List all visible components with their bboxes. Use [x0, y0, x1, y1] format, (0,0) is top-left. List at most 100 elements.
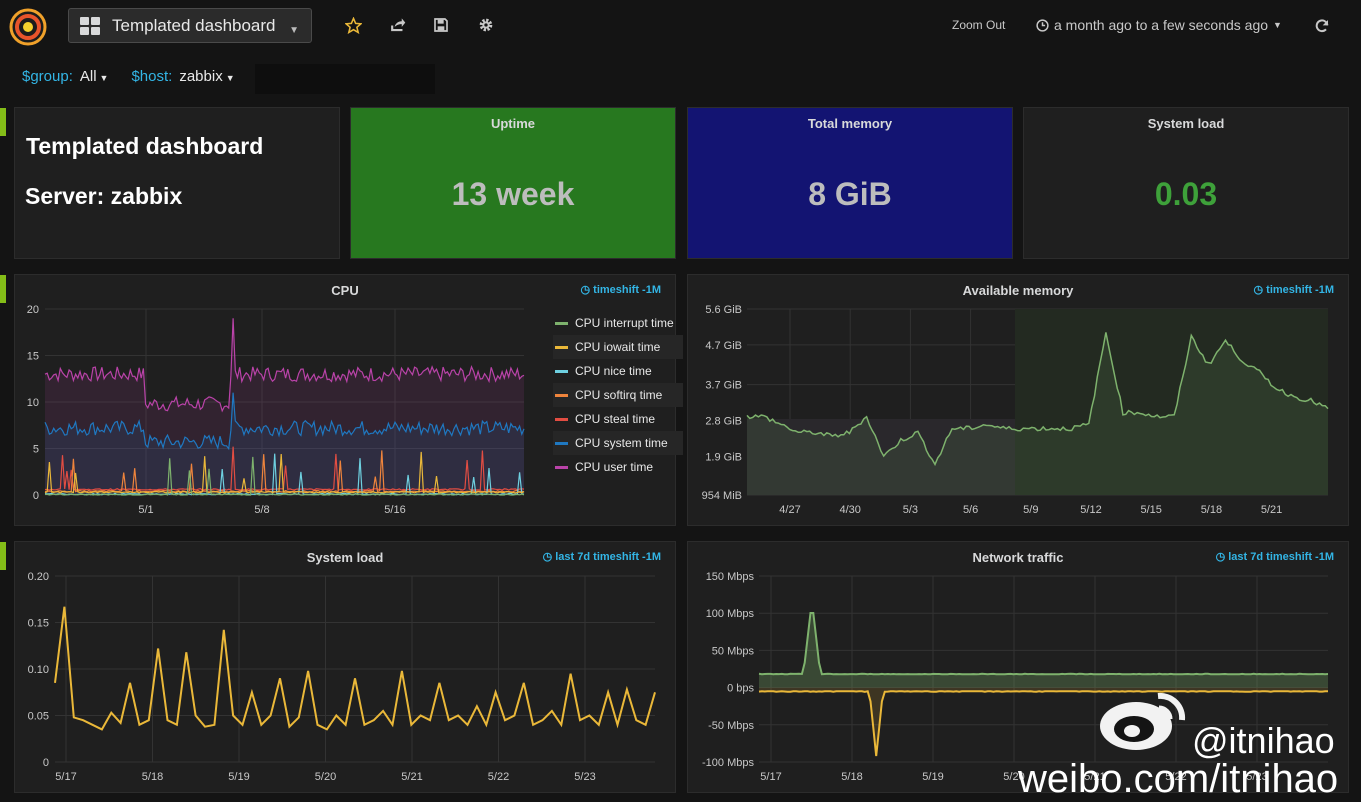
x-tick-label: 5/18 — [142, 771, 163, 783]
y-tick-label: -50 Mbps — [708, 720, 754, 732]
text-panel: Templated dashboard Server: zabbix — [14, 107, 340, 259]
legend-item[interactable]: CPU nice time — [553, 359, 683, 383]
variable-value[interactable]: zabbix — [179, 68, 222, 85]
legend-item[interactable]: CPU interrupt time — [553, 311, 683, 335]
variable-label: $host: — [131, 68, 173, 85]
legend-label: CPU interrupt time — [575, 316, 674, 330]
chevron-down-icon: ▼ — [1273, 20, 1282, 30]
clock-icon — [1036, 18, 1049, 32]
panel-title: System load — [1147, 116, 1225, 131]
row-collapse-handle[interactable] — [0, 542, 6, 570]
panel-title: Uptime — [490, 116, 536, 131]
legend-swatch — [555, 393, 568, 397]
memory-chart: 5.6 GiB 4.7 GiB 3.7 GiB 2.8 GiB 1.9 GiB 954 M… — [702, 304, 1329, 516]
template-variables: $group: All ▼ $host: zabbix ▼ — [22, 68, 258, 85]
variable-host[interactable]: $host: zabbix ▼ — [131, 68, 234, 85]
y-tick-label: 2.8 GiB — [705, 416, 742, 428]
y-tick-label: 954 MiB — [702, 490, 742, 502]
legend-item[interactable]: CPU softirq time — [553, 383, 683, 407]
legend-swatch — [555, 417, 568, 421]
variable-label: $group: — [22, 68, 73, 85]
legend-label: CPU softirq time — [575, 388, 663, 402]
dashboard-grid-icon — [80, 16, 100, 35]
legend-item[interactable]: CPU system time — [553, 431, 683, 455]
stat-value: 0.03 — [1154, 176, 1218, 212]
watermark-handle: @itnihao — [1192, 720, 1335, 761]
y-tick-label: 5 — [33, 444, 39, 456]
y-tick-label: 0 bps — [727, 683, 754, 695]
total-memory-stat-panel: Total memory 8 GiB — [687, 107, 1013, 259]
y-tick-label: 150 Mbps — [706, 571, 755, 583]
y-tick-label: 1.9 GiB — [705, 451, 742, 463]
chevron-down-icon: ▼ — [289, 25, 299, 36]
row-collapse-handle[interactable] — [0, 108, 6, 136]
chevron-down-icon: ▼ — [225, 73, 235, 83]
watermark-url: weibo.com/itnihao — [1018, 757, 1339, 801]
grafana-logo-icon[interactable] — [9, 8, 47, 46]
text-panel-heading: Templated dashboard — [26, 133, 264, 159]
y-tick-label: 0.15 — [28, 618, 49, 630]
legend-label: CPU steal time — [575, 412, 656, 426]
legend-item[interactable]: CPU user time — [553, 455, 683, 479]
x-tick-label: 5/22 — [488, 771, 509, 783]
x-tick-label: 5/15 — [1140, 504, 1161, 516]
chevron-down-icon: ▼ — [99, 73, 109, 83]
refresh-icon[interactable] — [1313, 17, 1331, 35]
x-tick-label: 5/3 — [903, 504, 918, 516]
y-tick-label: 10 — [27, 397, 39, 409]
available-memory-graph-panel: Available memory ◷ timeshift -1M 5.6 GiB… — [687, 274, 1349, 526]
legend-swatch — [555, 321, 568, 325]
series-line — [758, 612, 1329, 676]
time-range-label: a month ago to a few seconds ago — [1054, 17, 1269, 33]
y-tick-label: 0.20 — [28, 571, 49, 583]
legend-swatch — [555, 345, 568, 349]
system-load-chart: 0.20 0.15 0.10 0.05 0 5/17 5/18 5/19 5/20 5/21 5/2… — [28, 571, 656, 783]
y-tick-label: 15 — [27, 351, 39, 363]
x-tick-label: 5/20 — [315, 771, 336, 783]
x-tick-label: 5/1 — [138, 504, 153, 516]
variable-value[interactable]: All — [80, 68, 97, 85]
y-tick-label: 0 — [43, 757, 49, 769]
y-tick-label: -100 Mbps — [702, 757, 754, 769]
top-navbar: Templated dashboard ▼ Zoom Out a month a… — [0, 0, 1361, 54]
x-tick-label: 5/12 — [1080, 504, 1101, 516]
x-tick-label: 5/16 — [384, 504, 405, 516]
y-tick-label: 4.7 GiB — [705, 340, 742, 352]
x-tick-label: 5/17 — [55, 771, 76, 783]
zoom-out-button[interactable]: Zoom Out — [952, 18, 1005, 32]
cpu-graph-panel: CPU ◷ timeshift -1M 20 15 10 5 0 5/1 5/8 5/16 C… — [14, 274, 683, 526]
x-tick-label: 5/19 — [228, 771, 249, 783]
y-tick-label: 0.05 — [28, 711, 49, 723]
variable-group[interactable]: $group: All ▼ — [22, 68, 108, 85]
star-icon[interactable] — [344, 16, 362, 34]
cpu-legend: CPU interrupt time CPU iowait time CPU nic… — [553, 311, 683, 479]
y-tick-label: 0 — [33, 490, 39, 502]
stat-value: 13 week — [451, 176, 575, 212]
y-tick-label: 3.7 GiB — [705, 380, 742, 392]
x-tick-label: 5/21 — [1261, 504, 1282, 516]
time-range-picker[interactable]: a month ago to a few seconds ago ▼ — [1036, 17, 1282, 33]
legend-label: CPU user time — [575, 460, 654, 474]
x-tick-label: 5/23 — [574, 771, 595, 783]
row-collapse-handle[interactable] — [0, 275, 6, 303]
legend-item[interactable]: CPU steal time — [553, 407, 683, 431]
text-panel-server: Server: zabbix — [25, 183, 183, 209]
dashboard-picker-button[interactable]: Templated dashboard ▼ — [68, 8, 312, 43]
gear-icon[interactable] — [477, 16, 495, 34]
x-tick-label: 5/6 — [963, 504, 978, 516]
y-tick-label: 100 Mbps — [706, 608, 755, 620]
share-icon[interactable] — [388, 16, 406, 34]
x-tick-label: 5/9 — [1023, 504, 1038, 516]
stat-value: 8 GiB — [808, 176, 892, 212]
y-tick-label: 50 Mbps — [712, 645, 755, 657]
legend-swatch — [555, 369, 568, 373]
x-tick-label: 4/30 — [839, 504, 860, 516]
system-load-graph-panel: System load ◷ last 7d timeshift -1M 0.20… — [14, 541, 676, 793]
legend-item[interactable]: CPU iowait time — [553, 335, 683, 359]
save-icon[interactable] — [432, 16, 450, 34]
y-tick-label: 0.10 — [28, 664, 49, 676]
legend-swatch — [555, 441, 568, 445]
x-tick-label: 5/17 — [760, 771, 781, 783]
x-tick-label: 5/21 — [401, 771, 422, 783]
x-tick-label: 4/27 — [779, 504, 800, 516]
